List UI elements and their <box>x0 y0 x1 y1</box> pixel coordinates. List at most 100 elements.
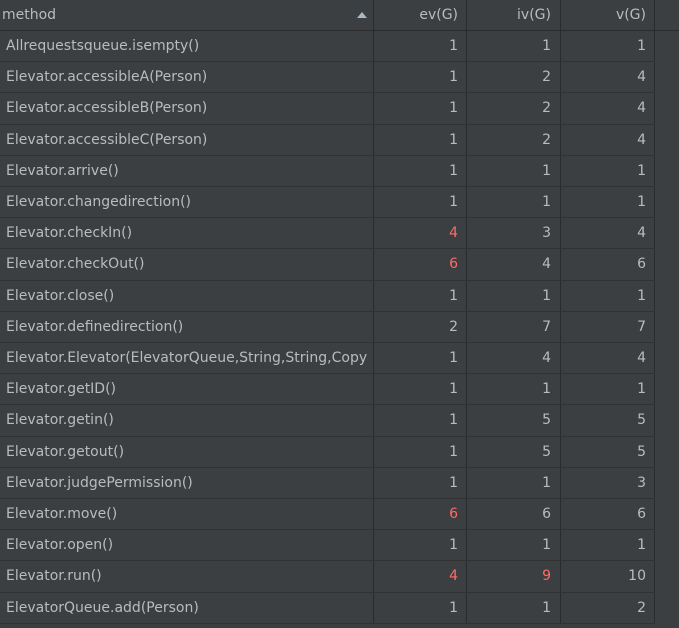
cell-v: 5 <box>561 405 655 436</box>
table-row[interactable]: Elevator.accessibleC(Person) 1 2 4 <box>0 124 679 156</box>
table-row[interactable]: Elevator.move() 6 6 6 <box>0 499 679 531</box>
cell-v: 1 <box>561 187 655 218</box>
sort-ascending-icon[interactable] <box>357 12 367 18</box>
cell-method: Elevator.accessibleB(Person) <box>0 93 374 124</box>
column-header-method[interactable]: method <box>0 0 374 30</box>
table-row[interactable]: Elevator.getin() 1 5 5 <box>0 405 679 437</box>
table-row[interactable]: Elevator.accessibleA(Person) 1 2 4 <box>0 62 679 94</box>
cell-ev: 1 <box>374 155 467 186</box>
column-header-ev[interactable]: ev(G) <box>374 0 467 30</box>
cell-ev: 6 <box>374 499 467 530</box>
cell-v: 6 <box>561 249 655 280</box>
cell-ev: 1 <box>374 187 467 218</box>
cell-method: Elevator.open() <box>0 530 374 561</box>
cell-ev: 1 <box>374 124 467 155</box>
table-row[interactable]: Allrequestsqueue.isempty() 1 1 1 <box>0 31 679 63</box>
table-row[interactable]: Elevator.getout() 1 5 5 <box>0 436 679 468</box>
table-row[interactable]: Elevator.arrive() 1 1 1 <box>0 155 679 187</box>
cell-ev: 1 <box>374 530 467 561</box>
cell-iv: 9 <box>467 561 561 592</box>
cell-ev: 1 <box>374 436 467 467</box>
cell-method: ElevatorQueue.add(Person) <box>0 592 374 623</box>
cell-method: Elevator.definedirection() <box>0 311 374 342</box>
cell-ev: 1 <box>374 62 467 93</box>
column-header-iv[interactable]: iv(G) <box>467 0 561 30</box>
table-row[interactable]: Elevator.getID() 1 1 1 <box>0 374 679 406</box>
cell-ev: 1 <box>374 93 467 124</box>
cell-iv: 5 <box>467 405 561 436</box>
cell-method: Elevator.accessibleC(Person) <box>0 124 374 155</box>
column-header-v[interactable]: v(G) <box>561 0 655 30</box>
cell-method: Elevator.checkOut() <box>0 249 374 280</box>
cell-iv: 3 <box>467 218 561 249</box>
cell-iv: 1 <box>467 467 561 498</box>
cell-ev: 1 <box>374 592 467 623</box>
cell-iv: 4 <box>467 249 561 280</box>
cell-ev: 1 <box>374 467 467 498</box>
cell-iv: 4 <box>467 343 561 374</box>
cell-ev: 4 <box>374 218 467 249</box>
column-header-method-label: method <box>2 7 57 23</box>
cell-iv: 1 <box>467 374 561 405</box>
cell-iv: 7 <box>467 311 561 342</box>
table-row[interactable]: Elevator.changedirection() 1 1 1 <box>0 187 679 219</box>
cell-ev: 1 <box>374 31 467 62</box>
cell-ev: 1 <box>374 405 467 436</box>
table-row[interactable]: Elevator.definedirection() 2 7 7 <box>0 311 679 343</box>
cell-method: Elevator.getout() <box>0 436 374 467</box>
cell-iv: 6 <box>467 499 561 530</box>
column-header-iv-label: iv(G) <box>517 7 551 23</box>
table-row[interactable]: Elevator.checkIn() 4 3 4 <box>0 218 679 250</box>
cell-iv: 1 <box>467 530 561 561</box>
table-row[interactable]: Elevator.Elevator(ElevatorQueue,String,S… <box>0 343 679 375</box>
table-row[interactable]: Elevator.open() 1 1 1 <box>0 530 679 562</box>
cell-method: Elevator.checkIn() <box>0 218 374 249</box>
table-empty-area <box>655 31 679 628</box>
cell-method: Elevator.run() <box>0 561 374 592</box>
cell-method: Elevator.getID() <box>0 374 374 405</box>
column-header-ev-label: ev(G) <box>419 7 458 23</box>
cell-iv: 1 <box>467 155 561 186</box>
cell-v: 1 <box>561 530 655 561</box>
cell-v: 10 <box>561 561 655 592</box>
cell-v: 7 <box>561 311 655 342</box>
cell-method: Elevator.getin() <box>0 405 374 436</box>
table-row[interactable]: Elevator.judgePermission() 1 1 3 <box>0 467 679 499</box>
table-row[interactable]: Elevator.close() 1 1 1 <box>0 280 679 312</box>
cell-ev: 6 <box>374 249 467 280</box>
cell-v: 4 <box>561 218 655 249</box>
metrics-table: method ev(G) iv(G) v(G) Allrequestsqueue… <box>0 0 679 628</box>
cell-method: Elevator.move() <box>0 499 374 530</box>
cell-ev: 1 <box>374 343 467 374</box>
cell-v: 3 <box>561 467 655 498</box>
cell-v: 1 <box>561 280 655 311</box>
cell-v: 1 <box>561 374 655 405</box>
cell-ev: 2 <box>374 311 467 342</box>
cell-method: Elevator.changedirection() <box>0 187 374 218</box>
table-row[interactable]: ElevatorQueue.add(Person) 1 1 2 <box>0 592 679 624</box>
table-header: method ev(G) iv(G) v(G) <box>0 0 679 31</box>
cell-iv: 2 <box>467 62 561 93</box>
cell-v: 4 <box>561 93 655 124</box>
cell-method: Elevator.accessibleA(Person) <box>0 62 374 93</box>
cell-method: Elevator.close() <box>0 280 374 311</box>
cell-v: 4 <box>561 343 655 374</box>
cell-iv: 2 <box>467 124 561 155</box>
cell-method: Allrequestsqueue.isempty() <box>0 31 374 62</box>
cell-method: Elevator.judgePermission() <box>0 467 374 498</box>
cell-v: 2 <box>561 592 655 623</box>
cell-method: Elevator.Elevator(ElevatorQueue,String,S… <box>0 343 374 374</box>
cell-method: Elevator.arrive() <box>0 155 374 186</box>
cell-v: 5 <box>561 436 655 467</box>
cell-v: 4 <box>561 124 655 155</box>
table-row[interactable]: Elevator.run() 4 9 10 <box>0 561 679 593</box>
cell-v: 1 <box>561 31 655 62</box>
cell-ev: 4 <box>374 561 467 592</box>
cell-iv: 1 <box>467 592 561 623</box>
table-row[interactable]: Elevator.checkOut() 6 4 6 <box>0 249 679 281</box>
cell-v: 6 <box>561 499 655 530</box>
cell-iv: 1 <box>467 31 561 62</box>
table-row[interactable]: Elevator.accessibleB(Person) 1 2 4 <box>0 93 679 125</box>
cell-iv: 1 <box>467 280 561 311</box>
cell-iv: 2 <box>467 93 561 124</box>
